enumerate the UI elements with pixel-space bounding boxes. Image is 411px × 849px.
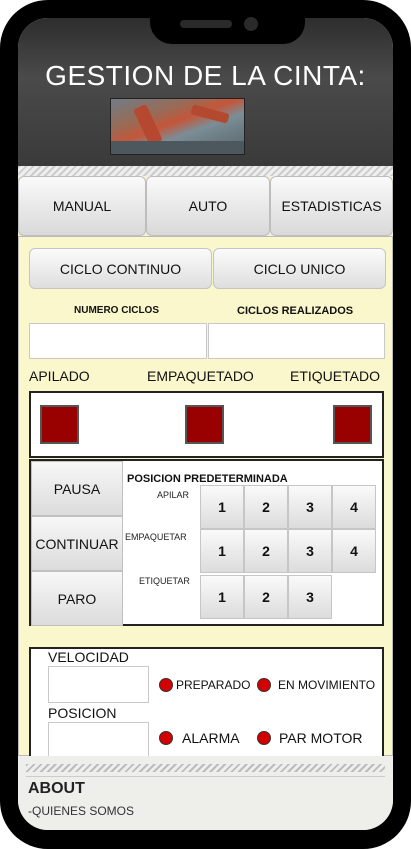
quienes-somos-link[interactable]: -QUIENES SOMOS [28,804,134,818]
continuar-button[interactable]: CONTINUAR [31,516,123,571]
preparado-label: PREPARADO [176,678,251,692]
preset-row-label-empaquetar: EMPAQUETAR [125,532,187,542]
numero-ciclos-field[interactable] [29,323,207,359]
camera-icon [244,17,258,31]
empaquetar-position-2[interactable]: 2 [244,529,288,573]
empaquetado-status-square [185,405,224,444]
en-movimiento-label: EN MOVIMIENTO [278,678,376,692]
tab-estadisticas[interactable]: ESTADISTICAS [270,176,393,236]
preset-row-label-apilar: APILAR [157,490,190,500]
footer: ABOUT -QUIENES SOMOS [18,756,393,830]
posicion-field[interactable] [48,722,149,759]
footer-divider [26,764,385,772]
status-box: VELOCIDAD PREPARADO EN MOVIMIENTO POSICI… [29,647,384,766]
etiquetar-position-1[interactable]: 1 [200,575,244,619]
alarma-indicator-icon [159,731,173,745]
en-movimiento-indicator-icon [257,678,271,692]
velocidad-field[interactable] [48,666,149,703]
stage-label-etiquetado: ETIQUETADO [290,368,380,384]
alarma-label: ALARMA [182,730,240,746]
tab-manual[interactable]: MANUAL [18,176,146,236]
speaker-icon [180,20,232,28]
numero-ciclos-label: NUMERO CICLOS [74,305,159,316]
apilar-position-2[interactable]: 2 [244,485,288,529]
header-divider [18,166,393,176]
etiquetado-status-square [333,405,372,444]
preset-row-label-etiquetar: ETIQUETAR [139,576,190,586]
auto-panel: CICLO CONTINUO CICLO UNICO NUMERO CICLOS… [18,236,393,766]
par-motor-label: PAR MOTOR [279,730,363,746]
velocidad-label: VELOCIDAD [48,649,129,665]
about-heading: ABOUT [28,780,85,797]
empaquetar-position-1[interactable]: 1 [200,529,244,573]
ciclos-realizados-field [208,323,385,359]
main-tabs: MANUAL AUTO ESTADISTICAS [18,176,393,236]
etiquetar-position-3[interactable]: 3 [288,575,332,619]
ciclos-realizados-label: CICLOS REALIZADOS [237,305,354,317]
stage-label-apilado: APILADO [29,368,90,384]
posicion-label: POSICION [48,705,117,721]
conveyor-robot-image [110,98,245,155]
page-title: GESTION DE LA CINTA: [45,60,366,91]
stage-label-empaquetado: EMPAQUETADO [147,368,254,384]
empaquetar-position-4[interactable]: 4 [332,529,376,573]
footer-line [26,776,385,777]
paro-button[interactable]: PARO [31,571,123,626]
control-box: PAUSA CONTINUAR PARO POSICION PREDETERMI… [29,459,384,626]
ciclo-continuo-button[interactable]: CICLO CONTINUO [29,248,212,289]
preparado-indicator-icon [159,678,173,692]
stage-status-box [29,391,384,458]
apilado-status-square [40,405,79,444]
pausa-button[interactable]: PAUSA [31,461,123,516]
ciclo-unico-button[interactable]: CICLO UNICO [213,248,386,289]
apilar-position-1[interactable]: 1 [200,485,244,529]
preset-title: POSICION PREDETERMINADA [127,473,288,485]
empaquetar-position-3[interactable]: 3 [288,529,332,573]
app-screen: GESTION DE LA CINTA: MANUAL AUTO ESTADIS… [18,18,393,830]
apilar-position-3[interactable]: 3 [288,485,332,529]
tab-auto[interactable]: AUTO [146,176,270,236]
par-motor-indicator-icon [257,731,271,745]
apilar-position-4[interactable]: 4 [332,485,376,529]
etiquetar-position-2[interactable]: 2 [244,575,288,619]
phone-frame: GESTION DE LA CINTA: MANUAL AUTO ESTADIS… [0,0,411,849]
